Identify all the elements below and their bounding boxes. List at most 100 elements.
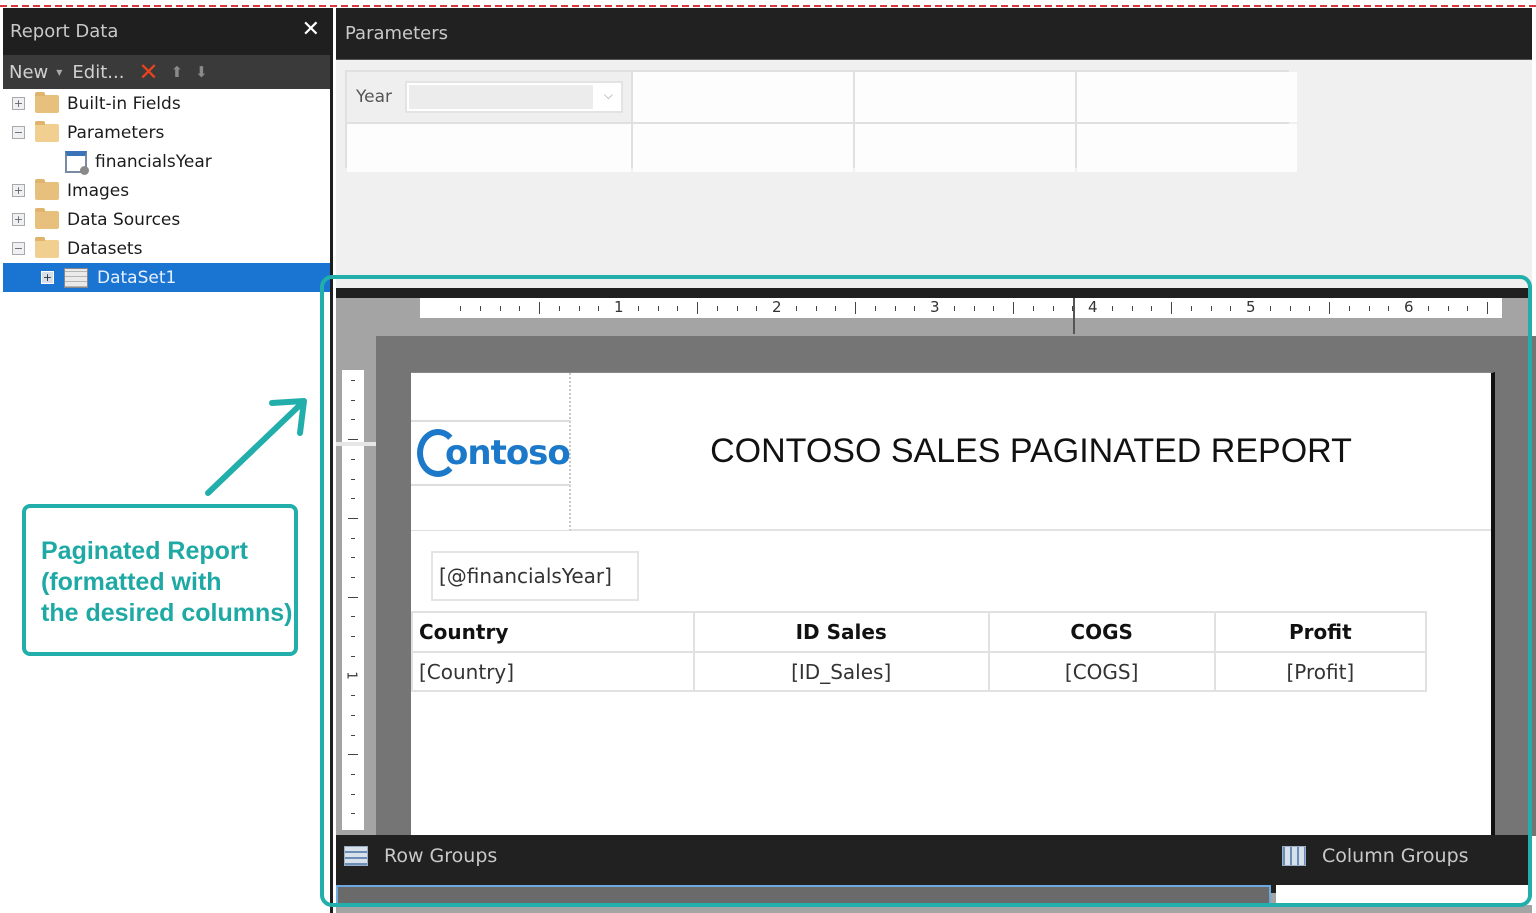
- collapse-icon[interactable]: −: [12, 126, 25, 139]
- tree-item-label: Images: [67, 180, 130, 201]
- report-table[interactable]: Country ID Sales COGS Profit [Country] […: [411, 611, 1428, 692]
- row-groups-header[interactable]: Row Groups: [344, 845, 497, 867]
- logo-text: ontoso: [445, 433, 571, 473]
- tree-item-label: Parameters: [67, 122, 165, 143]
- cell-profit[interactable]: [Profit]: [1213, 651, 1428, 692]
- ruler-tick: [1269, 305, 1271, 311]
- ruler-tick: [795, 305, 797, 311]
- tree-item-financialsyear[interactable]: financialsYear: [3, 147, 330, 176]
- parameter-cell[interactable]: [855, 72, 1075, 122]
- new-button[interactable]: New: [9, 62, 48, 83]
- ruler-tick: [578, 305, 580, 311]
- folder-icon: [35, 91, 59, 113]
- ruler-tick: [351, 419, 355, 421]
- new-dropdown-icon[interactable]: ▼: [56, 68, 62, 77]
- header-cogs[interactable]: COGS: [987, 611, 1216, 653]
- ruler-tick: [539, 302, 540, 314]
- financials-year-textbox[interactable]: [@financialsYear]: [431, 551, 639, 601]
- ruler-tick: [1388, 305, 1390, 311]
- ruler-tick: [348, 596, 358, 598]
- tree-item-images[interactable]: + Images: [3, 176, 330, 205]
- ruler-tick: [351, 399, 355, 401]
- cell-cogs[interactable]: [COGS]: [987, 651, 1216, 692]
- tree-item-parameters[interactable]: − Parameters: [3, 118, 330, 147]
- callout-box: Paginated Report (formatted with the des…: [22, 504, 298, 656]
- ruler-tick: [1171, 302, 1172, 314]
- details-group-item[interactable]: [336, 885, 1271, 905]
- ruler-tick: [1210, 305, 1212, 311]
- year-dropdown-value: [409, 85, 593, 109]
- ruler-tick: [1131, 305, 1133, 311]
- ruler-label: 6: [1404, 298, 1414, 316]
- report-data-header: Report Data ✕: [3, 8, 330, 55]
- parameter-cell-year: Year ⌵: [347, 72, 631, 122]
- ruler-tick: [953, 305, 955, 311]
- column-groups-header[interactable]: Column Groups: [1282, 845, 1469, 867]
- ruler-tick: [351, 577, 355, 578]
- arrow-up-icon[interactable]: ⬆: [171, 63, 184, 81]
- folder-open-icon: [35, 120, 59, 142]
- header-country[interactable]: Country: [411, 611, 695, 653]
- parameter-cell[interactable]: [1077, 124, 1297, 172]
- header-id-sales[interactable]: ID Sales: [692, 611, 990, 653]
- chevron-down-icon[interactable]: ⌵: [604, 88, 613, 103]
- parameter-cell[interactable]: [1077, 72, 1297, 122]
- delete-x-icon[interactable]: ✕: [138, 60, 158, 84]
- ruler-tick: [351, 616, 355, 618]
- ruler-tick: [1368, 305, 1370, 311]
- ruler-label: 5: [1246, 298, 1256, 316]
- ruler-tick: [973, 305, 975, 311]
- tree-item-dataset1[interactable]: + DataSet1: [3, 263, 330, 292]
- tree-item-data-sources[interactable]: + Data Sources: [3, 205, 330, 234]
- collapse-icon[interactable]: −: [12, 242, 25, 255]
- ruler-tick: [1487, 302, 1488, 314]
- logo-cell[interactable]: ontoso: [411, 373, 571, 531]
- folder-icon: [35, 178, 59, 200]
- ruler-tick: [1151, 305, 1153, 311]
- report-canvas: ontoso CONTOSO SALES PAGINATED REPORT [@…: [376, 336, 1536, 842]
- ruler-tick: [894, 305, 896, 311]
- parameter-cell[interactable]: [633, 124, 853, 172]
- ruler-label: 2: [772, 298, 782, 316]
- dataset-grid-icon: [64, 267, 88, 288]
- ruler-tick: [351, 793, 355, 795]
- ruler-tick: [351, 380, 355, 381]
- contoso-logo[interactable]: ontoso: [411, 420, 571, 486]
- ruler-tick: [351, 478, 355, 480]
- row-groups-label: Row Groups: [384, 845, 498, 867]
- parameter-icon: [65, 150, 89, 175]
- tree-item-built-in-fields[interactable]: + Built-in Fields: [3, 89, 330, 118]
- expand-icon[interactable]: +: [12, 213, 25, 226]
- ruler-tick: [756, 305, 758, 311]
- title-cell[interactable]: CONTOSO SALES PAGINATED REPORT: [571, 373, 1491, 531]
- ruler-tick: [1052, 305, 1054, 311]
- expand-icon[interactable]: +: [12, 184, 25, 197]
- column-groups-area[interactable]: [1276, 885, 1532, 905]
- expand-icon[interactable]: +: [12, 97, 25, 110]
- ruler-tick: [874, 305, 876, 311]
- ruler-tick: [1190, 305, 1192, 311]
- arrow-down-icon[interactable]: ⬇: [195, 63, 208, 81]
- year-dropdown[interactable]: ⌵: [405, 81, 623, 113]
- callout-arrow-icon: [205, 398, 307, 496]
- parameters-title: Parameters: [345, 23, 449, 44]
- ruler-tick: [351, 636, 355, 638]
- table-header-row: Country ID Sales COGS Profit: [411, 611, 1428, 653]
- report-page[interactable]: ontoso CONTOSO SALES PAGINATED REPORT [@…: [411, 372, 1495, 842]
- parameter-cell[interactable]: [347, 124, 631, 172]
- ruler-tick: [835, 305, 837, 311]
- top-dashed-border: [0, 5, 1536, 7]
- ruler-tick: [351, 537, 355, 539]
- cell-id-sales[interactable]: [ID_Sales]: [692, 651, 990, 692]
- tree-item-label: Data Sources: [67, 209, 181, 230]
- parameter-cell[interactable]: [855, 124, 1075, 172]
- tree-item-datasets[interactable]: − Datasets: [3, 234, 330, 263]
- edit-button[interactable]: Edit...: [72, 62, 124, 83]
- expand-icon[interactable]: +: [41, 271, 54, 284]
- header-profit[interactable]: Profit: [1213, 611, 1428, 653]
- close-icon[interactable]: ✕: [302, 18, 320, 42]
- parameter-cell[interactable]: [633, 72, 853, 122]
- cell-country[interactable]: [Country]: [411, 651, 695, 692]
- ruler-tick: [1111, 305, 1113, 311]
- ruler-label: 1: [343, 670, 359, 680]
